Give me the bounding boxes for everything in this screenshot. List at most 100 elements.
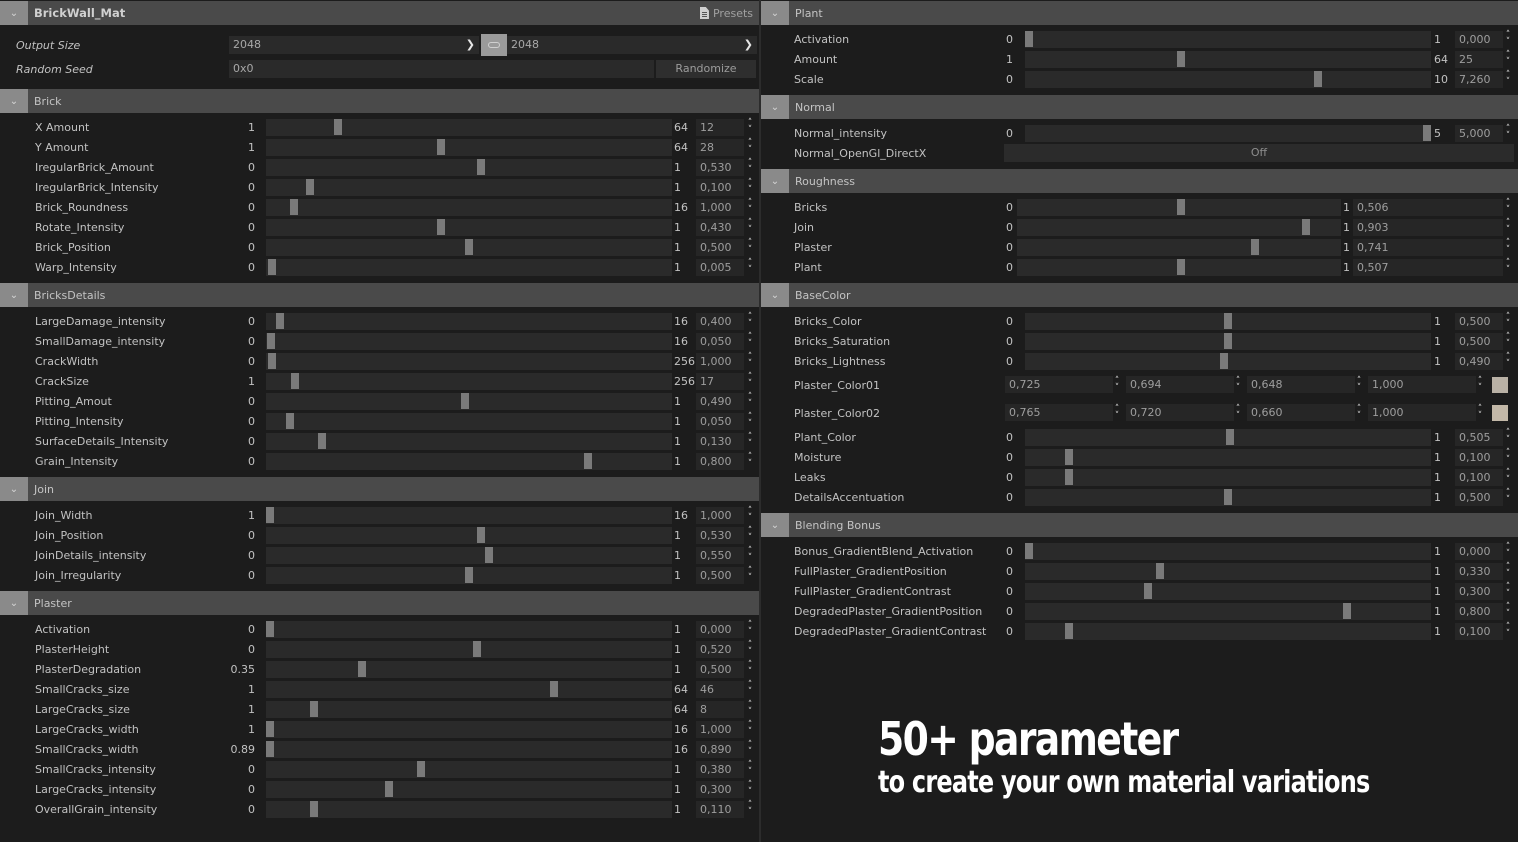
param-value-input[interactable]: 1,000 xyxy=(696,721,744,738)
param-value-input[interactable]: 0,380 xyxy=(696,761,744,778)
arrow-down-icon[interactable]: ˅ xyxy=(1503,496,1513,505)
arrow-down-icon[interactable]: ˅ xyxy=(745,126,755,135)
param-slider[interactable] xyxy=(266,179,672,196)
spinner-arrows-icon[interactable]: ˄ ˅ xyxy=(745,313,755,329)
param-value-input[interactable]: 0,500 xyxy=(696,661,744,678)
param-slider[interactable] xyxy=(266,313,672,330)
arrow-down-icon[interactable]: ˅ xyxy=(1503,340,1513,349)
color-channel-g-input[interactable]: 0,694 xyxy=(1126,376,1234,393)
slider-handle[interactable] xyxy=(1177,51,1185,67)
param-value-input[interactable]: 0,890 xyxy=(696,741,744,758)
arrow-down-icon[interactable]: ˅ xyxy=(745,554,755,563)
param-value-input[interactable]: 0,100 xyxy=(696,179,744,196)
arrow-down-icon[interactable]: ˅ xyxy=(745,668,755,677)
spinner-arrows-icon[interactable]: ˄ ˅ xyxy=(745,159,755,175)
slider-handle[interactable] xyxy=(1423,125,1431,141)
spinner-arrows-icon[interactable]: ˄ ˅ xyxy=(1354,405,1364,421)
spinner-arrows-icon[interactable]: ˄ ˅ xyxy=(745,801,755,817)
arrow-down-icon[interactable]: ˅ xyxy=(1503,610,1513,619)
param-slider[interactable] xyxy=(1017,239,1341,256)
arrow-down-icon[interactable]: ˅ xyxy=(745,460,755,469)
slider-handle[interactable] xyxy=(290,199,298,215)
spinner-arrows-icon[interactable]: ˄ ˅ xyxy=(1503,603,1513,619)
slider-handle[interactable] xyxy=(1156,563,1164,579)
param-slider[interactable] xyxy=(266,641,672,658)
slider-handle[interactable] xyxy=(310,701,318,717)
slider-handle[interactable] xyxy=(1224,333,1232,349)
param-slider[interactable] xyxy=(266,139,672,156)
arrow-down-icon[interactable]: ˅ xyxy=(1503,206,1513,215)
param-slider[interactable] xyxy=(266,721,672,738)
param-value-input[interactable]: 0,490 xyxy=(1455,353,1503,370)
spinner-arrows-icon[interactable]: ˄ ˅ xyxy=(1503,51,1513,67)
slider-handle[interactable] xyxy=(1025,543,1033,559)
spinner-arrows-icon[interactable]: ˄ ˅ xyxy=(745,661,755,677)
spinner-arrows-icon[interactable]: ˄ ˅ xyxy=(745,527,755,543)
spinner-arrows-icon[interactable]: ˄ ˅ xyxy=(1503,31,1513,47)
param-value-input[interactable]: 1,000 xyxy=(696,507,744,524)
spinner-arrows-icon[interactable]: ˄ ˅ xyxy=(1503,239,1513,255)
chevron-down-icon[interactable]: ⌄ xyxy=(761,513,789,537)
slider-handle[interactable] xyxy=(266,507,274,523)
slider-handle[interactable] xyxy=(267,333,275,349)
spinner-arrows-icon[interactable]: ˄ ˅ xyxy=(745,741,755,757)
slider-handle[interactable] xyxy=(1177,199,1185,215)
arrow-down-icon[interactable]: ˅ xyxy=(745,728,755,737)
param-slider[interactable] xyxy=(266,333,672,350)
param-value-input[interactable]: 12 xyxy=(696,119,744,136)
slider-handle[interactable] xyxy=(584,453,592,469)
param-slider[interactable] xyxy=(1025,623,1431,640)
color-channel-r-input[interactable]: 0,765 xyxy=(1005,404,1113,421)
param-slider[interactable] xyxy=(266,413,672,430)
param-slider[interactable] xyxy=(1025,31,1431,48)
arrow-down-icon[interactable]: ˅ xyxy=(1354,384,1364,393)
param-value-input[interactable]: 0,100 xyxy=(1455,449,1503,466)
arrow-down-icon[interactable]: ˅ xyxy=(1233,384,1243,393)
param-value-input[interactable]: 0,741 xyxy=(1353,239,1503,256)
color-swatch[interactable] xyxy=(1492,377,1508,393)
arrow-down-icon[interactable]: ˅ xyxy=(1112,412,1122,421)
arrow-down-icon[interactable]: ˅ xyxy=(1503,550,1513,559)
arrow-down-icon[interactable]: ˅ xyxy=(1233,412,1243,421)
chevron-down-icon[interactable]: ⌄ xyxy=(0,591,28,615)
slider-handle[interactable] xyxy=(1025,31,1033,47)
spinner-arrows-icon[interactable]: ˄ ˅ xyxy=(1503,333,1513,349)
param-slider[interactable] xyxy=(266,199,672,216)
spinner-arrows-icon[interactable]: ˄ ˅ xyxy=(1233,405,1243,421)
arrow-down-icon[interactable]: ˅ xyxy=(1503,58,1513,67)
param-slider[interactable] xyxy=(266,801,672,818)
param-slider[interactable] xyxy=(266,239,672,256)
param-value-input[interactable]: 17 xyxy=(696,373,744,390)
arrow-down-icon[interactable]: ˅ xyxy=(1475,384,1485,393)
spinner-arrows-icon[interactable]: ˄ ˅ xyxy=(1503,199,1513,215)
arrow-down-icon[interactable]: ˅ xyxy=(745,340,755,349)
arrow-down-icon[interactable]: ˅ xyxy=(745,360,755,369)
spinner-arrows-icon[interactable]: ˄ ˅ xyxy=(745,547,755,563)
slider-handle[interactable] xyxy=(437,219,445,235)
param-value-input[interactable]: 0,507 xyxy=(1353,259,1503,276)
param-value-input[interactable]: 0,005 xyxy=(696,259,744,276)
arrow-down-icon[interactable]: ˅ xyxy=(1503,246,1513,255)
param-value-input[interactable]: 0,330 xyxy=(1455,563,1503,580)
spinner-arrows-icon[interactable]: ˄ ˅ xyxy=(1503,313,1513,329)
param-slider[interactable] xyxy=(266,393,672,410)
slider-handle[interactable] xyxy=(1343,603,1351,619)
param-slider[interactable] xyxy=(1025,583,1431,600)
spinner-arrows-icon[interactable]: ˄ ˅ xyxy=(745,393,755,409)
randomize-button[interactable]: Randomize xyxy=(656,60,756,78)
param-value-input[interactable]: 0,100 xyxy=(1455,469,1503,486)
arrow-down-icon[interactable]: ˅ xyxy=(745,748,755,757)
param-slider[interactable] xyxy=(1017,219,1341,236)
param-slider[interactable] xyxy=(1025,429,1431,446)
spinner-arrows-icon[interactable]: ˄ ˅ xyxy=(1503,583,1513,599)
param-slider[interactable] xyxy=(266,681,672,698)
arrow-down-icon[interactable]: ˅ xyxy=(745,514,755,523)
random-seed-input[interactable]: 0x0 xyxy=(229,60,654,78)
spinner-arrows-icon[interactable]: ˄ ˅ xyxy=(745,761,755,777)
slider-handle[interactable] xyxy=(473,641,481,657)
arrow-down-icon[interactable]: ˅ xyxy=(745,648,755,657)
presets-button[interactable]: Presets xyxy=(699,1,753,25)
slider-handle[interactable] xyxy=(310,801,318,817)
arrow-down-icon[interactable]: ˅ xyxy=(1503,320,1513,329)
slider-handle[interactable] xyxy=(1144,583,1152,599)
